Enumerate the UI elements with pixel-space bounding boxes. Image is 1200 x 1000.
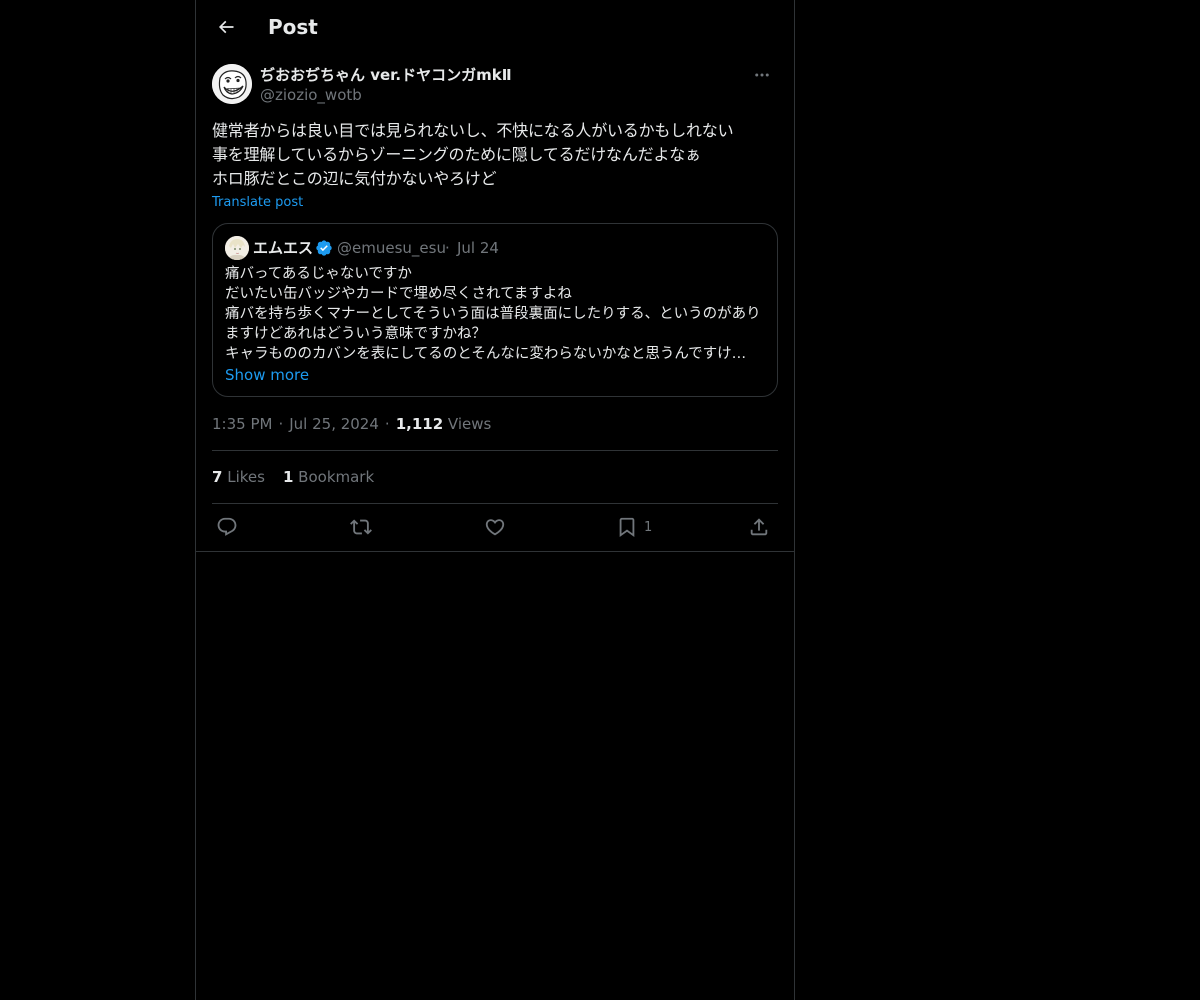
quoted-post[interactable]: エムエス @emuesu_esu · Jul 24 痛バってあるじゃないですか … [212, 223, 778, 397]
author-handle[interactable]: @ziozio_wotb [260, 85, 362, 105]
meta-separator: · [384, 415, 390, 433]
repost-icon [350, 519, 372, 535]
quote-separator: · [445, 239, 450, 257]
post-text: 健常者からは良い目では見られないし、不快になる人がいるかもしれない 事を理解して… [212, 121, 734, 188]
post-column: Post ぢおおぢちゃん ver.ドヤコンガmkⅡ @ziozio_wotb 健… [195, 0, 795, 1000]
likes-stat[interactable]: 7 Likes [212, 467, 265, 487]
quote-text: 痛バってあるじゃないですか だいたい缶バッジやカードで埋め尽くされてますよね 痛… [225, 266, 761, 362]
views-label: Views [447, 415, 492, 433]
translate-post-link[interactable]: Translate post [212, 194, 303, 212]
author-name[interactable]: ぢおおぢちゃん ver.ドヤコンガmkⅡ [260, 65, 512, 85]
post-time[interactable]: 1:35 PM [212, 415, 272, 433]
repost-button[interactable] [350, 510, 372, 544]
verified-badge-icon [316, 240, 332, 256]
post-date[interactable]: Jul 25, 2024 [289, 415, 379, 433]
divider [212, 503, 778, 504]
more-dots-icon [755, 73, 769, 77]
anime-avatar-icon [225, 236, 249, 260]
bookmark-icon [619, 517, 635, 538]
like-button[interactable] [484, 510, 506, 544]
author-avatar[interactable] [212, 64, 252, 104]
quote-date: Jul 24 [457, 239, 499, 257]
views-count: 1,112 [395, 415, 444, 433]
likes-count: 7 [212, 468, 223, 486]
quote-author-avatar [225, 236, 249, 260]
divider [212, 450, 778, 451]
show-more-link[interactable]: Show more [225, 365, 309, 385]
bookmarks-label: Bookmark [298, 468, 375, 486]
back-button[interactable] [208, 9, 244, 45]
quote-author-name: エムエス [253, 239, 314, 257]
likes-label: Likes [227, 468, 265, 486]
share-button[interactable] [748, 510, 770, 544]
meta-separator: · [278, 415, 284, 433]
bookmark-action-count: 1 [644, 519, 653, 535]
more-button[interactable] [746, 64, 778, 86]
share-icon [750, 518, 768, 536]
reply-icon [217, 517, 237, 536]
page-title: Post [268, 15, 318, 39]
bookmarks-count: 1 [282, 468, 294, 486]
heart-icon [485, 519, 505, 536]
arrow-left-icon [218, 20, 234, 34]
troll-face-avatar-icon [212, 64, 252, 104]
post-bottom-border [196, 551, 794, 552]
post-author: ぢおおぢちゃん ver.ドヤコンガmkⅡ @ziozio_wotb [212, 64, 778, 108]
action-bar: 1 [212, 510, 778, 544]
quote-author-handle: @emuesu_esu [337, 239, 446, 257]
bookmarks-stat[interactable]: 1 Bookmark [283, 467, 374, 487]
post-stats: 7 Likes 1 Bookmark [212, 467, 392, 487]
bookmark-button[interactable]: 1 [616, 510, 652, 544]
post-header: Post [196, 0, 794, 54]
reply-button[interactable] [216, 510, 238, 544]
post-metadata: 1:35 PM · Jul 25, 2024 · 1,112 Views [212, 414, 491, 434]
